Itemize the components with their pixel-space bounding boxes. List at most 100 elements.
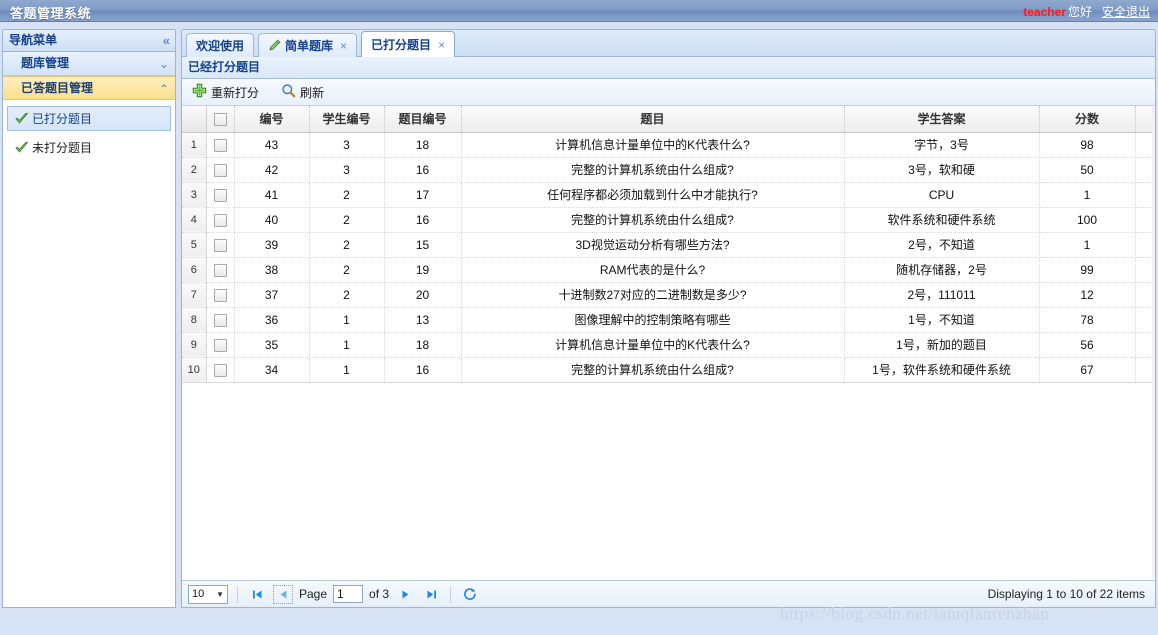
row-select-cell[interactable] (206, 132, 235, 158)
row-checkbox[interactable] (213, 163, 227, 177)
regrade-button[interactable]: 重新打分 (188, 81, 263, 103)
table-row[interactable]: 7 37 2 20 十进制数27对应的二进制数是多少? 2号，111011 12 (182, 282, 1155, 308)
row-select-cell[interactable] (206, 182, 235, 208)
panel-header: 已经打分题目 (182, 57, 1155, 79)
chevron-down-icon: ▼ (216, 589, 224, 599)
tab-welcome[interactable]: 欢迎使用 (186, 33, 255, 57)
page-number-input[interactable] (333, 585, 364, 603)
pagination-toolbar: 10 ▼ Page of 3 (182, 580, 1155, 607)
row-checkbox[interactable] (213, 263, 227, 277)
first-page-button[interactable] (247, 585, 267, 604)
table-row[interactable]: 5 39 2 15 3D视觉运动分析有哪些方法? 2号，不知道 1 (182, 232, 1155, 258)
sidebar-group-question-bank[interactable]: 题库管理 ⌄ (3, 52, 175, 76)
logout-link[interactable]: 安全退出 (1102, 5, 1150, 19)
cell-answer: CPU (844, 182, 1040, 208)
cell-id: 35 (234, 332, 310, 358)
chevron-down-icon: ⌄ (158, 57, 169, 71)
table-row[interactable]: 2 42 3 16 完整的计算机系统由什么组成? 3号，软和硬 50 (182, 157, 1155, 183)
row-select-cell[interactable] (206, 357, 235, 383)
column-header-id[interactable]: 编号 (234, 106, 310, 133)
row-checkbox[interactable] (213, 213, 227, 227)
row-select-cell[interactable] (206, 257, 235, 283)
row-number: 3 (182, 182, 207, 208)
cell-student-id: 2 (309, 232, 385, 258)
first-page-icon (252, 590, 261, 598)
cell-id: 36 (234, 307, 310, 333)
green-plus-icon (192, 83, 207, 101)
select-all-checkbox[interactable] (213, 112, 227, 126)
sidebar-group-answered-management[interactable]: 已答题目管理 ⌃ (3, 76, 175, 100)
row-select-cell[interactable] (206, 307, 235, 333)
close-icon[interactable]: × (340, 35, 347, 57)
table-row[interactable]: 4 40 2 16 完整的计算机系统由什么组成? 软件系统和硬件系统 100 (182, 207, 1155, 233)
graded-questions-table: 编号 学生编号 题目编号 题目 学生答案 分数 1 43 3 18 计算机信息计… (182, 106, 1155, 383)
row-select-cell[interactable] (206, 332, 235, 358)
sidebar-item-graded-questions[interactable]: 已打分题目 (7, 106, 171, 131)
table-row[interactable]: 3 41 2 17 任何程序都必须加载到什么中才能执行? CPU 1 (182, 182, 1155, 208)
page-size-value: 10 (192, 588, 205, 600)
cell-question: 任何程序都必须加载到什么中才能执行? (461, 182, 845, 208)
column-header-student-id[interactable]: 学生编号 (309, 106, 385, 133)
vertical-scrollbar[interactable] (1152, 107, 1155, 579)
cell-student-id: 2 (309, 282, 385, 308)
cell-question: 3D视觉运动分析有哪些方法? (461, 232, 845, 258)
row-select-cell[interactable] (206, 207, 235, 233)
next-page-icon (402, 590, 409, 598)
cell-question: 十进制数27对应的二进制数是多少? (461, 282, 845, 308)
row-select-cell[interactable] (206, 232, 235, 258)
row-checkbox[interactable] (213, 288, 227, 302)
greeting-label: 您好 (1067, 5, 1092, 19)
row-number: 4 (182, 207, 207, 233)
tab-simple-question-bank[interactable]: 简单题库 × (258, 33, 358, 57)
cell-answer: 1号，软件系统和硬件系统 (844, 357, 1040, 383)
row-checkbox[interactable] (213, 188, 227, 202)
refresh-button[interactable]: 刷新 (277, 81, 328, 103)
row-number: 10 (182, 357, 207, 383)
tab-graded-questions[interactable]: 已打分题目 × (361, 31, 456, 57)
page-title: 答题管理系统 (10, 6, 92, 21)
last-page-button[interactable] (421, 585, 441, 604)
row-number: 9 (182, 332, 207, 358)
column-header-score[interactable]: 分数 (1039, 106, 1136, 133)
cell-score: 1 (1039, 232, 1136, 258)
cell-question-id: 16 (384, 207, 462, 233)
row-checkbox[interactable] (213, 338, 227, 352)
sidebar-title: 导航菜单 (9, 33, 58, 47)
row-select-cell[interactable] (206, 157, 235, 183)
table-row[interactable]: 9 35 1 18 计算机信息计量单位中的K代表什么? 1号，新加的题目 56 (182, 332, 1155, 358)
prev-page-button[interactable] (273, 584, 293, 604)
row-checkbox[interactable] (213, 363, 227, 377)
cell-question-id: 15 (384, 232, 462, 258)
top-header-bar: 答题管理系统 teacher 您好 安全退出 (0, 0, 1158, 22)
table-row[interactable]: 8 36 1 13 图像理解中的控制策略有哪些 1号，不知道 78 (182, 307, 1155, 333)
column-header-question[interactable]: 题目 (461, 106, 845, 133)
close-icon[interactable]: × (438, 33, 445, 57)
row-checkbox[interactable] (213, 313, 227, 327)
double-chevron-left-icon[interactable]: « (163, 32, 170, 49)
table-row[interactable]: 1 43 3 18 计算机信息计量单位中的K代表什么? 字节，3号 98 (182, 132, 1155, 158)
column-header-question-id[interactable]: 题目编号 (384, 106, 462, 133)
row-checkbox[interactable] (213, 238, 227, 252)
cell-question-id: 16 (384, 157, 462, 183)
table-row[interactable]: 6 38 2 19 RAM代表的是什么? 随机存储器，2号 99 (182, 257, 1155, 283)
next-page-button[interactable] (395, 585, 415, 604)
row-select-cell[interactable] (206, 282, 235, 308)
row-number: 5 (182, 232, 207, 258)
cell-score: 78 (1039, 307, 1136, 333)
cell-score: 56 (1039, 332, 1136, 358)
grid-toolbar: 重新打分 刷新 (182, 79, 1155, 106)
row-checkbox[interactable] (213, 138, 227, 152)
select-all-header[interactable] (206, 106, 235, 133)
green-check-icon (14, 112, 30, 126)
toolbar-divider (450, 585, 452, 603)
cell-question: RAM代表的是什么? (461, 257, 845, 283)
cell-score: 98 (1039, 132, 1136, 158)
page-size-select[interactable]: 10 ▼ (188, 584, 228, 604)
sidebar-item-ungraded-questions[interactable]: 未打分题目 (7, 135, 171, 160)
cell-answer: 3号，软和硬 (844, 157, 1040, 183)
column-header-answer[interactable]: 学生答案 (844, 106, 1040, 133)
cell-question-id: 13 (384, 307, 462, 333)
chevron-up-icon: ⌃ (158, 82, 169, 96)
table-row[interactable]: 10 34 1 16 完整的计算机系统由什么组成? 1号，软件系统和硬件系统 6… (182, 357, 1155, 383)
refresh-page-button[interactable] (460, 585, 480, 604)
